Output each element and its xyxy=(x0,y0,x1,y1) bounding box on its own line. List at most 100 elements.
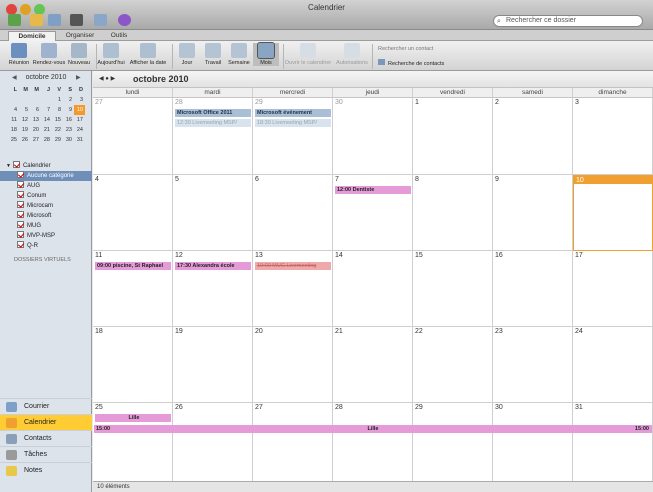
calendar-item[interactable]: Q-R xyxy=(0,241,92,251)
checkbox-icon[interactable] xyxy=(17,221,24,228)
folder-icon[interactable] xyxy=(30,14,43,26)
calendar-item[interactable]: Conum xyxy=(0,191,92,201)
calendar-item[interactable]: Aucune catégorie xyxy=(0,171,92,181)
aujourdhui-button[interactable]: Aujourd'hui xyxy=(96,43,126,66)
day-cell[interactable]: 5 xyxy=(173,175,253,251)
day-cell[interactable]: 2 xyxy=(493,98,573,175)
mode-calendar[interactable]: Calendrier xyxy=(0,414,92,430)
calendar-item[interactable]: Microcam xyxy=(0,201,92,211)
recherche-contacts-button[interactable]: Recherche de contacts xyxy=(378,59,444,67)
next-month-icon[interactable]: ▶ xyxy=(111,76,116,82)
mini-day[interactable]: 27 xyxy=(30,135,41,145)
day-cell[interactable]: 22 xyxy=(413,327,493,403)
tab-outils[interactable]: Outils xyxy=(104,31,134,41)
mini-day[interactable]: 26 xyxy=(19,135,30,145)
day-cell[interactable]: 1 xyxy=(413,98,493,175)
mini-day[interactable]: 12 xyxy=(19,115,30,125)
nouveau-button[interactable]: Nouveau xyxy=(64,43,94,66)
day-cell[interactable]: 20 xyxy=(253,327,333,403)
mini-day[interactable]: 21 xyxy=(41,125,52,135)
mini-day[interactable] xyxy=(8,95,19,105)
mini-day[interactable]: 25 xyxy=(8,135,19,145)
multiday-event[interactable]: 15:00 Lille 15:00 xyxy=(94,425,652,433)
day-cell[interactable]: 10 xyxy=(573,175,653,251)
calendar-item[interactable]: Microsoft xyxy=(0,211,92,221)
day-cell[interactable]: 9 xyxy=(493,175,573,251)
mode-mail[interactable]: Courrier xyxy=(0,398,92,414)
day-cell[interactable]: 31 xyxy=(573,403,653,482)
afficher-date-button[interactable]: Afficher la date xyxy=(128,43,168,66)
mini-day[interactable]: 28 xyxy=(41,135,52,145)
calendar-event[interactable]: 19:00 MUG Livemeeting xyxy=(255,262,331,270)
mini-day[interactable]: 29 xyxy=(52,135,63,145)
checkbox-icon[interactable] xyxy=(17,181,24,188)
checkbox-icon[interactable] xyxy=(17,201,24,208)
calendar-event[interactable]: 12:30 Livemeeting MSP/ xyxy=(175,119,251,127)
day-cell[interactable]: 27 xyxy=(253,403,333,482)
disclosure-triangle-icon[interactable]: ▼ xyxy=(6,163,11,169)
semaine-button[interactable]: Semaine xyxy=(227,43,251,66)
mini-day[interactable]: 15 xyxy=(52,115,63,125)
rendez-vous-button[interactable]: Rendez-vous xyxy=(32,43,66,66)
ouvrir-calendrier-button[interactable]: Ouvrir le calendrier xyxy=(284,43,332,66)
mode-tasks[interactable]: Tâches xyxy=(0,446,92,462)
calendar-item[interactable]: MVP-MSP xyxy=(0,231,92,241)
calendar-event[interactable]: 18:30 Livemeeting MSP/ xyxy=(255,119,331,127)
checkbox-icon[interactable] xyxy=(17,171,24,178)
day-cell[interactable]: 17 xyxy=(573,251,653,327)
travail-button[interactable]: Travail xyxy=(201,43,225,66)
calendar-event[interactable]: Microsoft événement xyxy=(255,109,331,117)
calendar-event[interactable]: Lille xyxy=(95,414,171,422)
day-cell[interactable]: 4 xyxy=(93,175,173,251)
day-cell[interactable]: 30 xyxy=(333,98,413,175)
day-cell[interactable]: 8 xyxy=(413,175,493,251)
save-icon[interactable] xyxy=(48,14,61,26)
mini-day[interactable]: 1 xyxy=(52,95,63,105)
mini-day[interactable]: 18 xyxy=(8,125,19,135)
day-cell[interactable]: 21 xyxy=(333,327,413,403)
reunion-button[interactable]: Réunion xyxy=(4,43,34,66)
day-cell[interactable]: 24 xyxy=(573,327,653,403)
mini-day[interactable]: 17 xyxy=(74,115,85,125)
calendar-item[interactable]: MUG xyxy=(0,221,92,231)
mini-day[interactable]: 20 xyxy=(30,125,41,135)
checkbox-icon[interactable] xyxy=(17,191,24,198)
calendar-event[interactable]: 17:30 Alexandra école xyxy=(175,262,251,270)
day-cell[interactable]: 26 xyxy=(173,403,253,482)
day-cell[interactable]: 18 xyxy=(93,327,173,403)
rechercher-contact-field[interactable]: Rechercher un contact xyxy=(378,46,433,52)
checkbox-icon[interactable] xyxy=(17,211,24,218)
checkbox-icon[interactable] xyxy=(17,231,24,238)
calendar-event[interactable]: 09:00 piscine, St Raphael xyxy=(95,262,171,270)
jour-button[interactable]: Jour xyxy=(176,43,198,66)
mini-day[interactable]: 22 xyxy=(52,125,63,135)
checkbox-icon[interactable] xyxy=(17,241,24,248)
search-field[interactable]: ⌕ Rechercher ce dossier xyxy=(493,15,643,27)
day-cell[interactable]: 14 xyxy=(333,251,413,327)
mini-day[interactable] xyxy=(30,95,41,105)
month-nav-buttons[interactable]: ◀ ● ▶ xyxy=(99,75,115,82)
mini-day[interactable]: 4 xyxy=(8,105,19,115)
prev-month-icon[interactable]: ◀ xyxy=(99,76,104,82)
mode-notes[interactable]: Notes xyxy=(0,462,92,478)
mini-day[interactable]: 6 xyxy=(30,105,41,115)
print-icon[interactable] xyxy=(70,14,83,26)
mini-day[interactable]: 10 xyxy=(74,105,85,115)
help-icon[interactable] xyxy=(118,14,131,26)
day-cell[interactable]: 29 xyxy=(413,403,493,482)
calendar-root-item[interactable]: ▼ Calendrier xyxy=(0,161,92,171)
tab-domicile[interactable]: Domicile xyxy=(8,31,56,41)
toolbox-icon[interactable] xyxy=(94,14,107,26)
mini-day[interactable]: 8 xyxy=(52,105,63,115)
mini-day[interactable]: 7 xyxy=(41,105,52,115)
checkbox-icon[interactable] xyxy=(12,161,20,168)
mini-day[interactable]: 13 xyxy=(30,115,41,125)
calendar-event[interactable]: 12:00 Dentiste xyxy=(335,186,411,194)
day-cell[interactable]: 28 xyxy=(333,403,413,482)
mini-day[interactable]: 24 xyxy=(74,125,85,135)
calendar-item[interactable]: AUG xyxy=(0,181,92,191)
mini-day[interactable]: 3 xyxy=(74,95,85,105)
day-cell[interactable]: 6 xyxy=(253,175,333,251)
mini-day[interactable]: 30 xyxy=(63,135,74,145)
mode-contacts[interactable]: Contacts xyxy=(0,430,92,446)
